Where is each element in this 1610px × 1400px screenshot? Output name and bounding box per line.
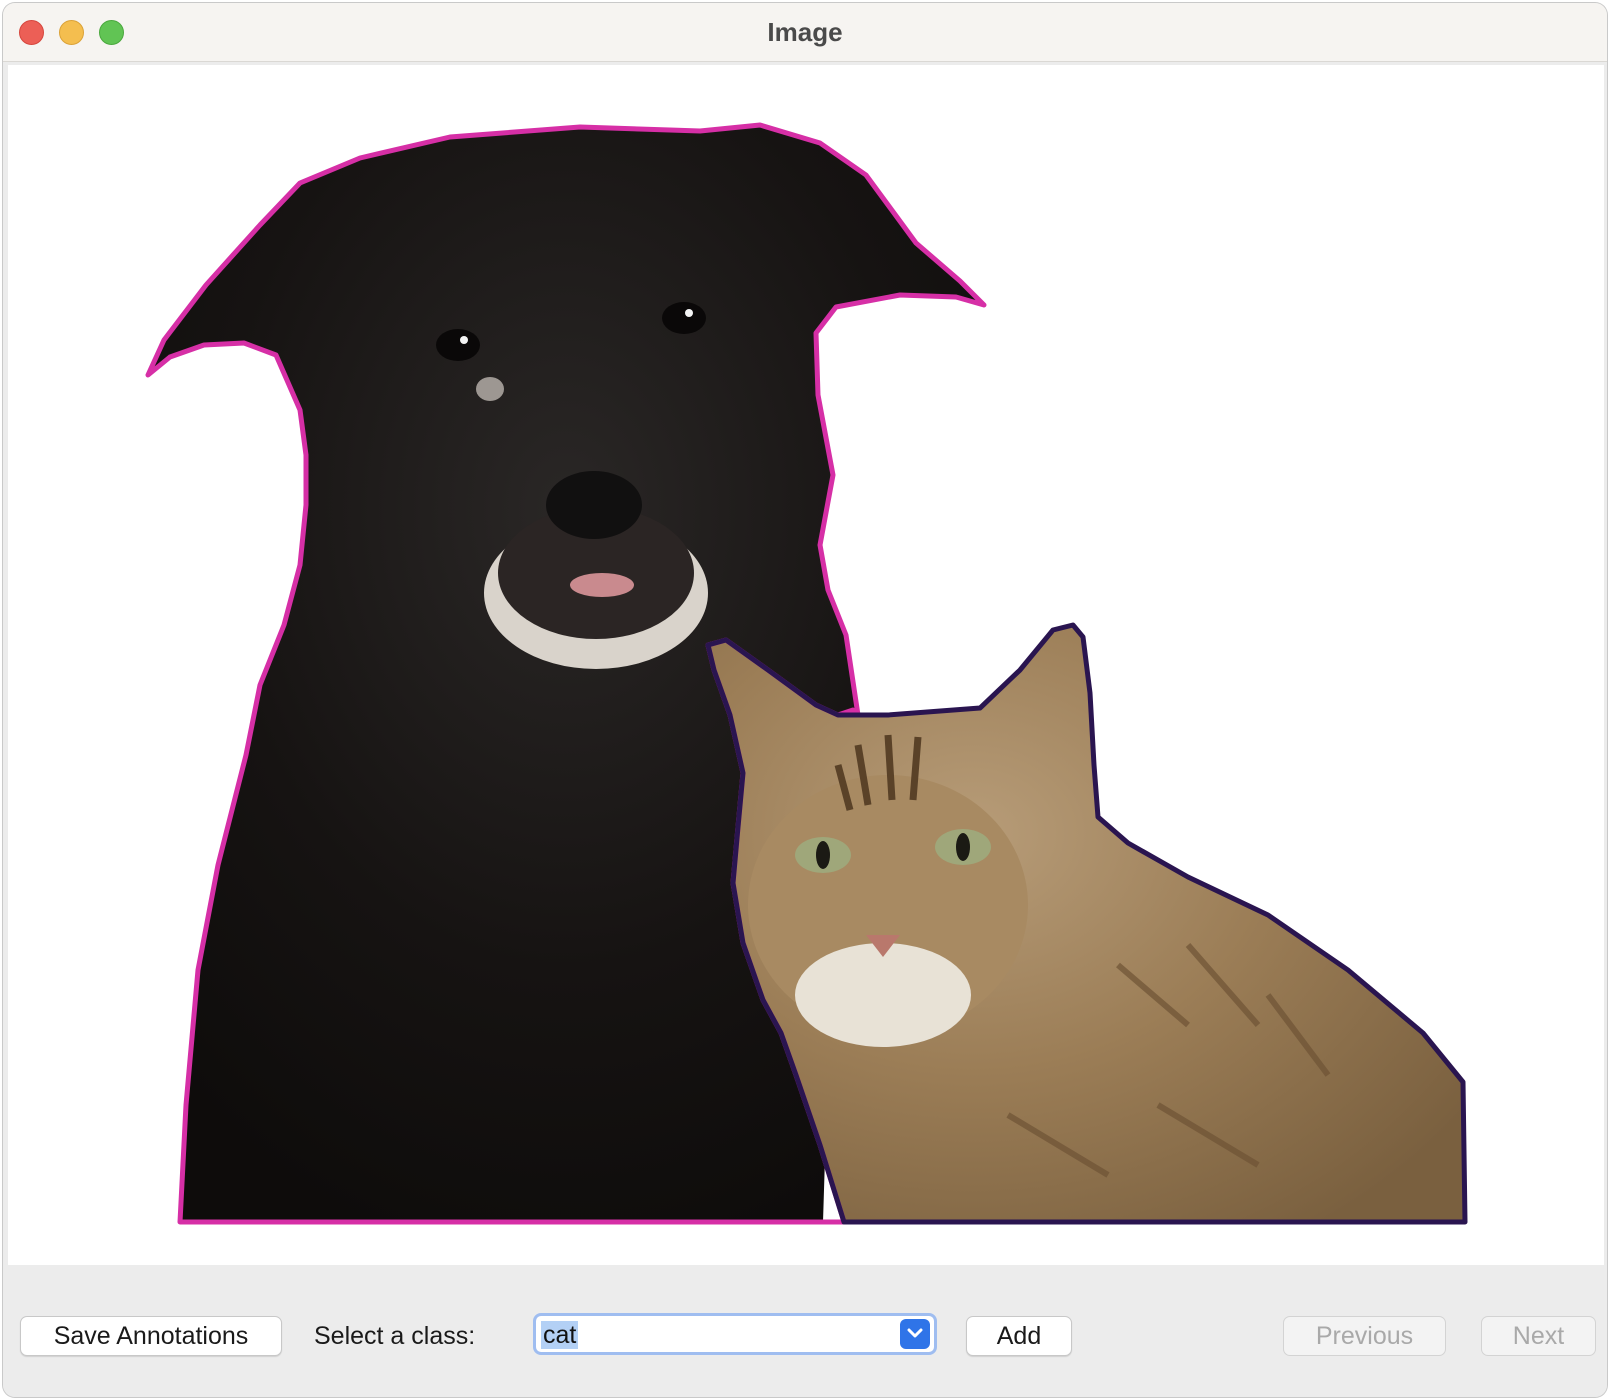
chevron-down-icon[interactable] xyxy=(900,1319,930,1349)
class-combobox[interactable]: cat xyxy=(533,1313,937,1355)
annotated-image[interactable] xyxy=(8,65,1604,1265)
class-value[interactable]: cat xyxy=(541,1321,579,1349)
cat-figure xyxy=(708,625,1465,1222)
add-button[interactable]: Add xyxy=(966,1316,1072,1356)
window-title: Image xyxy=(767,17,843,47)
next-button[interactable]: Next xyxy=(1481,1316,1596,1356)
image-canvas[interactable] xyxy=(8,65,1604,1265)
dog-tongue xyxy=(570,573,634,597)
cat-chin xyxy=(795,943,971,1047)
previous-button[interactable]: Previous xyxy=(1283,1316,1446,1356)
dog-nose xyxy=(546,471,642,539)
dog-eye-right xyxy=(662,302,706,334)
title-bar: Image xyxy=(3,3,1607,62)
app-window: Image Save Annotations Select a class: c… xyxy=(3,3,1607,1397)
dog-eye-left xyxy=(436,329,480,361)
bottom-toolbar: Save Annotations Select a class: cat Add… xyxy=(3,1265,1607,1397)
save-annotations-button[interactable]: Save Annotations xyxy=(20,1316,282,1356)
select-class-label: Select a class: xyxy=(314,1322,476,1350)
